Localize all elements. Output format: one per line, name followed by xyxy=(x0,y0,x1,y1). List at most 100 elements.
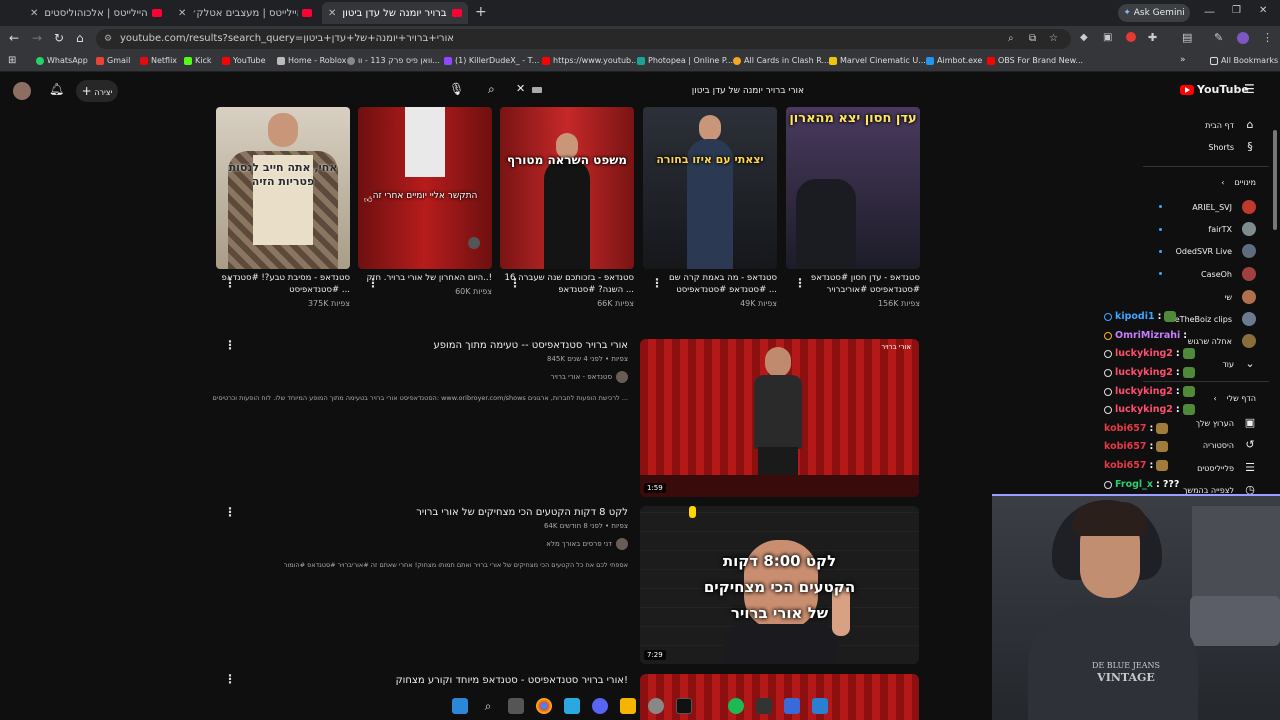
short-meta[interactable]: סטנדאפ - עדן חסון #סטנדאפ #סטנדאפיסט #או… xyxy=(786,272,920,310)
bookmark-obs[interactable]: OBS For Brand New... xyxy=(987,56,1083,65)
bookmark-photopea[interactable]: Photopea | Online P... xyxy=(637,56,733,65)
clear-search-icon[interactable]: ✕ xyxy=(516,82,525,95)
more-actions-icon[interactable]: ⋮ xyxy=(224,505,236,519)
subscriptions-header[interactable]: ‹ מינויים xyxy=(1221,178,1256,187)
obs-icon[interactable] xyxy=(648,698,664,714)
app-icon[interactable] xyxy=(812,698,828,714)
video-title[interactable]: אורי ברויר סטנדאפיסט -- טעימה מתוך המופע xyxy=(433,340,628,351)
all-bookmarks-folder[interactable]: All Bookmarks xyxy=(1210,56,1278,65)
short-card[interactable]: התקשר אליי יומיים אחרי זה 👍︎ xyxy=(358,107,492,269)
chrome-icon[interactable] xyxy=(536,698,552,714)
channel-link[interactable]: סטנדאפ - אורי ברויר xyxy=(551,371,628,383)
bookmark-one-piece[interactable]: וואן פיס פרק 113 - וו... xyxy=(347,56,440,65)
close-tab-icon[interactable]: ✕ xyxy=(30,8,38,19)
channel-link[interactable]: דני פרסים באורך מלא xyxy=(546,538,628,550)
sidebar-item-subscription[interactable]: אחלה שרגוש xyxy=(1188,334,1256,348)
short-card[interactable]: אחי, אתה חייב לנסות פטריות הזיה xyxy=(216,107,350,269)
hamburger-menu-icon[interactable]: ☰ xyxy=(1244,82,1255,96)
sidebar-item-home[interactable]: דף הבית ⌂ xyxy=(1205,119,1256,131)
video-thumbnail[interactable]: אורי ברויר 1:59 xyxy=(640,339,919,497)
youtube-logo[interactable]: YouTube xyxy=(1180,83,1249,96)
bookmark-marvel[interactable]: Marvel Cinematic U... xyxy=(829,56,926,65)
bookmark-youtube[interactable]: YouTube xyxy=(222,56,266,65)
sidebar-item-subscription[interactable]: OdedSVR Live xyxy=(1176,244,1256,258)
url-field[interactable]: ⚙ youtube.com/results?search_query=אורי+… xyxy=(96,29,1071,49)
back-icon[interactable]: ← xyxy=(9,31,19,45)
search-icon[interactable]: ⌕ xyxy=(480,698,496,714)
more-actions-icon[interactable]: ⋮ xyxy=(651,276,663,290)
video-title[interactable]: לקט 8 דקות הקטעים הכי מצחיקים של אורי בר… xyxy=(416,507,628,518)
voice-search-mic-icon[interactable]: 🎙︎ xyxy=(449,82,464,96)
bookmark-roblox[interactable]: Home - Roblox xyxy=(277,56,346,65)
sidebar-item-history[interactable]: היסטוריה ↺ xyxy=(1203,439,1256,451)
bookmark-clash-royale[interactable]: All Cards in Clash R... xyxy=(733,56,829,65)
more-actions-icon[interactable]: ⋮ xyxy=(794,276,806,290)
bookmark-youtube-link[interactable]: https://www.youtub... xyxy=(542,56,639,65)
short-meta[interactable]: סטנדאפ - מסיבת טבע?! #סטנדאפ #סטנדאפיסט … xyxy=(216,272,350,310)
tab-3-active[interactable]: ✕ אורי ברויר יומנה של עדן ביטון xyxy=(322,2,468,24)
extension-icon[interactable]: ◆ xyxy=(1080,32,1088,43)
home-icon[interactable]: ⌂ xyxy=(76,31,84,45)
sidebar-item-subscription[interactable]: fairTX xyxy=(1208,222,1256,236)
sidebar-item-subscription[interactable]: WeTheBoiz clips xyxy=(1167,312,1256,326)
sidebar-show-more[interactable]: עוד ⌄ xyxy=(1222,358,1256,370)
profile-avatar[interactable] xyxy=(1237,32,1249,44)
side-panel-icon[interactable]: ▤ xyxy=(1182,31,1192,44)
close-tab-icon[interactable]: ✕ xyxy=(328,8,336,19)
video-thumbnail[interactable]: לקט 8:00 דקות הקטעים הכי מצחיקים של אורי… xyxy=(640,506,919,664)
you-header[interactable]: ‹ הדף שלי xyxy=(1214,394,1256,403)
epic-games-icon[interactable] xyxy=(756,698,772,714)
more-bookmarks-icon[interactable]: » xyxy=(1180,55,1186,65)
apps-grid-icon[interactable]: ⊞ xyxy=(8,55,16,66)
ask-gemini-button[interactable]: ✦ Ask Gemini xyxy=(1118,4,1190,22)
keyboard-icon[interactable] xyxy=(532,87,542,93)
sidebar-item-your-channel[interactable]: הערוץ שלך ▣ xyxy=(1196,417,1256,429)
short-meta[interactable]: סטנדאפ - מה באמת קרה שם #סטנדאפ #סטנדאפי… xyxy=(643,272,777,310)
minimize-icon[interactable]: — xyxy=(1204,5,1215,18)
short-card[interactable]: משפט השראה מטורף xyxy=(500,107,634,269)
spotify-icon[interactable] xyxy=(728,698,744,714)
bookmark-killerdudex[interactable]: (1) KillerDudeX_ - T... xyxy=(444,56,539,65)
bookmark-star-icon[interactable]: ☆ xyxy=(1049,29,1058,49)
video-title[interactable]: אורי ברויר סטנדאפיסט - סטנדאפ מיוחד וקור… xyxy=(396,675,628,686)
sidebar-item-subscription[interactable]: שי xyxy=(1225,290,1256,304)
reload-icon[interactable]: ↻ xyxy=(54,31,64,45)
zoom-icon[interactable]: ⌕ xyxy=(1008,29,1014,49)
more-actions-icon[interactable]: ⋮ xyxy=(224,338,236,352)
app-icon[interactable] xyxy=(676,698,692,714)
create-button[interactable]: + יצירה xyxy=(76,80,118,102)
bookmark-netflix[interactable]: Netflix xyxy=(140,56,177,65)
bookmark-aimbot[interactable]: Aimbot.exe xyxy=(926,56,982,65)
sidebar-item-shorts[interactable]: Shorts § xyxy=(1208,141,1256,153)
site-info-icon[interactable]: ⚙ xyxy=(104,29,112,49)
more-actions-icon[interactable]: ⋮ xyxy=(224,276,236,290)
more-actions-icon[interactable]: ⋮ xyxy=(224,672,236,686)
more-actions-icon[interactable]: ⋮ xyxy=(367,276,379,290)
bookmark-kick[interactable]: Kick xyxy=(184,56,212,65)
task-view-icon[interactable] xyxy=(508,698,524,714)
extension-icon[interactable]: ▣ xyxy=(1103,32,1112,43)
tab-1[interactable]: ✕ קיק היילייטס | אלכוהוליסטים xyxy=(24,2,168,24)
bookmark-gmail[interactable]: Gmail xyxy=(96,56,130,65)
extensions-puzzle-icon[interactable]: ✚ xyxy=(1148,31,1157,44)
tab-2[interactable]: ✕ קיק היילייטס | מעצבים אטלק׳ xyxy=(172,2,318,24)
telegram-icon[interactable] xyxy=(564,698,580,714)
sidebar-scrollbar[interactable] xyxy=(1273,130,1277,230)
forward-icon[interactable]: → xyxy=(32,31,42,45)
browser-menu-icon[interactable]: ⋮ xyxy=(1262,31,1273,44)
account-avatar[interactable] xyxy=(13,82,31,100)
windows-start-icon[interactable] xyxy=(452,698,468,714)
search-input[interactable]: אורי ברויר יומנה של עדן ביטון xyxy=(560,79,930,103)
sidebar-item-playlists[interactable]: פלייליסטים ☰ xyxy=(1197,462,1256,474)
search-icon[interactable]: ⌕ xyxy=(488,82,495,97)
extension-icon[interactable]: ✎ xyxy=(1214,31,1223,44)
notifications-bell-icon[interactable]: 🔔︎ xyxy=(49,82,64,96)
sidebar-item-subscription[interactable]: CaseOh xyxy=(1201,267,1256,281)
file-explorer-icon[interactable] xyxy=(620,698,636,714)
app-icon[interactable] xyxy=(784,698,800,714)
bookmark-whatsapp[interactable]: WhatsApp xyxy=(36,56,88,65)
more-actions-icon[interactable]: ⋮ xyxy=(509,276,521,290)
short-card[interactable]: עדן חסון יצא מהארון xyxy=(786,107,920,269)
close-tab-icon[interactable]: ✕ xyxy=(178,8,186,19)
maximize-icon[interactable]: ❐ xyxy=(1232,5,1241,16)
